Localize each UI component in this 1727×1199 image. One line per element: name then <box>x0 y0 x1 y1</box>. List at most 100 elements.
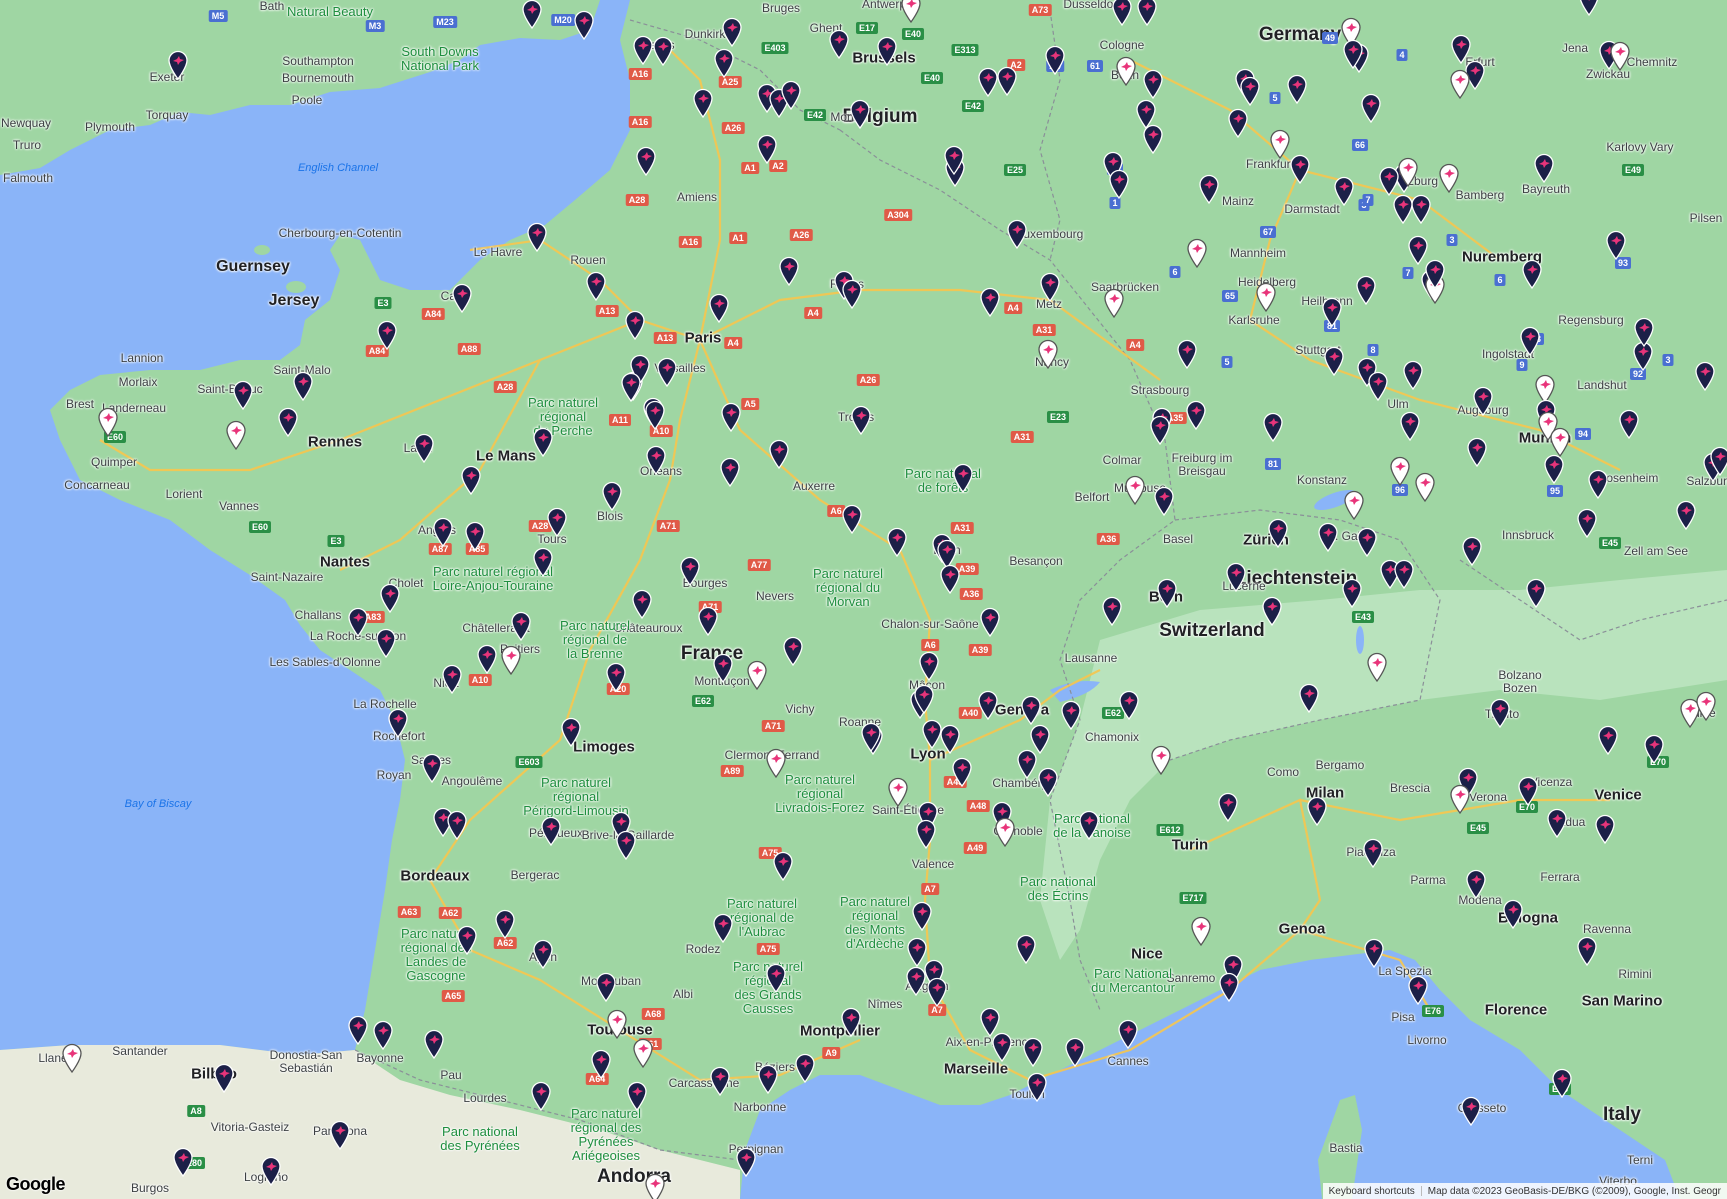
station-marker[interactable] <box>652 36 674 66</box>
station-marker[interactable] <box>494 909 516 939</box>
station-marker-white[interactable] <box>900 0 922 23</box>
station-marker-white[interactable] <box>632 1038 654 1068</box>
station-marker[interactable] <box>1306 796 1328 826</box>
station-marker[interactable] <box>451 283 473 313</box>
station-marker[interactable] <box>991 1032 1013 1062</box>
station-marker[interactable] <box>446 810 468 840</box>
station-marker[interactable] <box>1360 93 1382 123</box>
station-marker[interactable] <box>712 653 734 683</box>
station-marker[interactable] <box>1321 297 1343 327</box>
station-marker[interactable] <box>1618 409 1640 439</box>
station-marker[interactable] <box>526 222 548 252</box>
station-marker[interactable] <box>1020 695 1042 725</box>
station-marker[interactable] <box>1521 259 1543 289</box>
station-marker[interactable] <box>1101 596 1123 626</box>
station-marker-white[interactable] <box>606 1009 628 1039</box>
station-marker-white[interactable] <box>1150 745 1172 775</box>
station-marker-white[interactable] <box>1255 282 1277 312</box>
station-marker[interactable] <box>532 547 554 577</box>
station-marker-white[interactable] <box>1269 129 1291 159</box>
station-marker[interactable] <box>1142 124 1164 154</box>
station-marker[interactable] <box>886 527 908 557</box>
station-marker[interactable] <box>979 287 1001 317</box>
station-marker-white[interactable] <box>1414 472 1436 502</box>
station-marker[interactable] <box>530 1081 552 1111</box>
station-marker[interactable] <box>1546 808 1568 838</box>
station-marker[interactable] <box>1341 578 1363 608</box>
station-marker[interactable] <box>720 402 742 432</box>
station-marker[interactable] <box>841 504 863 534</box>
station-marker[interactable] <box>1342 39 1364 69</box>
station-marker[interactable] <box>1225 562 1247 592</box>
station-marker-white[interactable] <box>1186 238 1208 268</box>
station-marker[interactable] <box>1298 683 1320 713</box>
station-marker[interactable] <box>347 607 369 637</box>
station-marker-white[interactable] <box>97 407 119 437</box>
station-marker[interactable] <box>765 963 787 993</box>
station-marker[interactable] <box>1218 972 1240 1002</box>
station-marker[interactable] <box>413 433 435 463</box>
station-marker[interactable] <box>952 463 974 493</box>
station-marker[interactable] <box>172 1147 194 1177</box>
station-marker[interactable] <box>721 17 743 47</box>
station-marker[interactable] <box>379 583 401 613</box>
station-marker[interactable] <box>626 1081 648 1111</box>
station-marker[interactable] <box>1044 45 1066 75</box>
station-marker-white[interactable] <box>1695 691 1717 721</box>
station-marker[interactable] <box>1466 437 1488 467</box>
station-marker[interactable] <box>911 901 933 931</box>
station-marker[interactable] <box>1402 360 1424 390</box>
station-marker[interactable] <box>1502 899 1524 929</box>
station-marker[interactable] <box>1460 1096 1482 1126</box>
station-marker-white[interactable] <box>1037 339 1059 369</box>
station-marker[interactable] <box>1111 0 1133 26</box>
station-marker[interactable] <box>918 651 940 681</box>
station-marker[interactable] <box>1362 838 1384 868</box>
station-marker[interactable] <box>1424 259 1446 289</box>
station-marker[interactable] <box>532 427 554 457</box>
station-marker[interactable] <box>1675 500 1697 530</box>
station-marker[interactable] <box>1006 219 1028 249</box>
station-marker[interactable] <box>757 1064 779 1094</box>
station-marker[interactable] <box>167 50 189 80</box>
station-marker[interactable] <box>977 690 999 720</box>
station-marker[interactable] <box>1149 415 1171 445</box>
station-marker[interactable] <box>1026 1072 1048 1102</box>
station-marker-white[interactable] <box>1449 784 1471 814</box>
station-marker[interactable] <box>1217 792 1239 822</box>
station-marker[interactable] <box>768 439 790 469</box>
station-marker-white[interactable] <box>61 1043 83 1073</box>
station-marker[interactable] <box>590 1049 612 1079</box>
station-marker[interactable] <box>232 380 254 410</box>
station-marker[interactable] <box>277 407 299 437</box>
station-marker[interactable] <box>1543 454 1565 484</box>
station-marker-white[interactable] <box>1190 916 1212 946</box>
station-marker-white[interactable] <box>765 748 787 778</box>
station-marker[interactable] <box>850 405 872 435</box>
station-marker-white[interactable] <box>746 660 768 690</box>
station-marker-white[interactable] <box>1438 163 1460 193</box>
station-marker[interactable] <box>1064 1037 1086 1067</box>
station-marker[interactable] <box>1176 339 1198 369</box>
station-marker[interactable] <box>1317 522 1339 552</box>
station-marker-white[interactable] <box>1549 427 1571 457</box>
station-marker[interactable] <box>460 465 482 495</box>
station-marker-white[interactable] <box>1449 69 1471 99</box>
station-marker[interactable] <box>624 310 646 340</box>
station-marker-white[interactable] <box>1366 652 1388 682</box>
station-marker[interactable] <box>1118 690 1140 720</box>
station-marker[interactable] <box>1489 698 1511 728</box>
station-marker[interactable] <box>1015 934 1037 964</box>
station-marker[interactable] <box>632 35 654 65</box>
station-marker[interactable] <box>849 99 871 129</box>
station-marker[interactable] <box>423 1029 445 1059</box>
station-marker[interactable] <box>1465 869 1487 899</box>
station-marker[interactable] <box>213 1063 235 1093</box>
station-marker[interactable] <box>939 564 961 594</box>
station-marker[interactable] <box>546 507 568 537</box>
station-marker[interactable] <box>645 445 667 475</box>
station-marker[interactable] <box>1136 0 1158 26</box>
station-marker[interactable] <box>697 606 719 636</box>
station-marker-white[interactable] <box>225 420 247 450</box>
station-marker[interactable] <box>709 1066 731 1096</box>
